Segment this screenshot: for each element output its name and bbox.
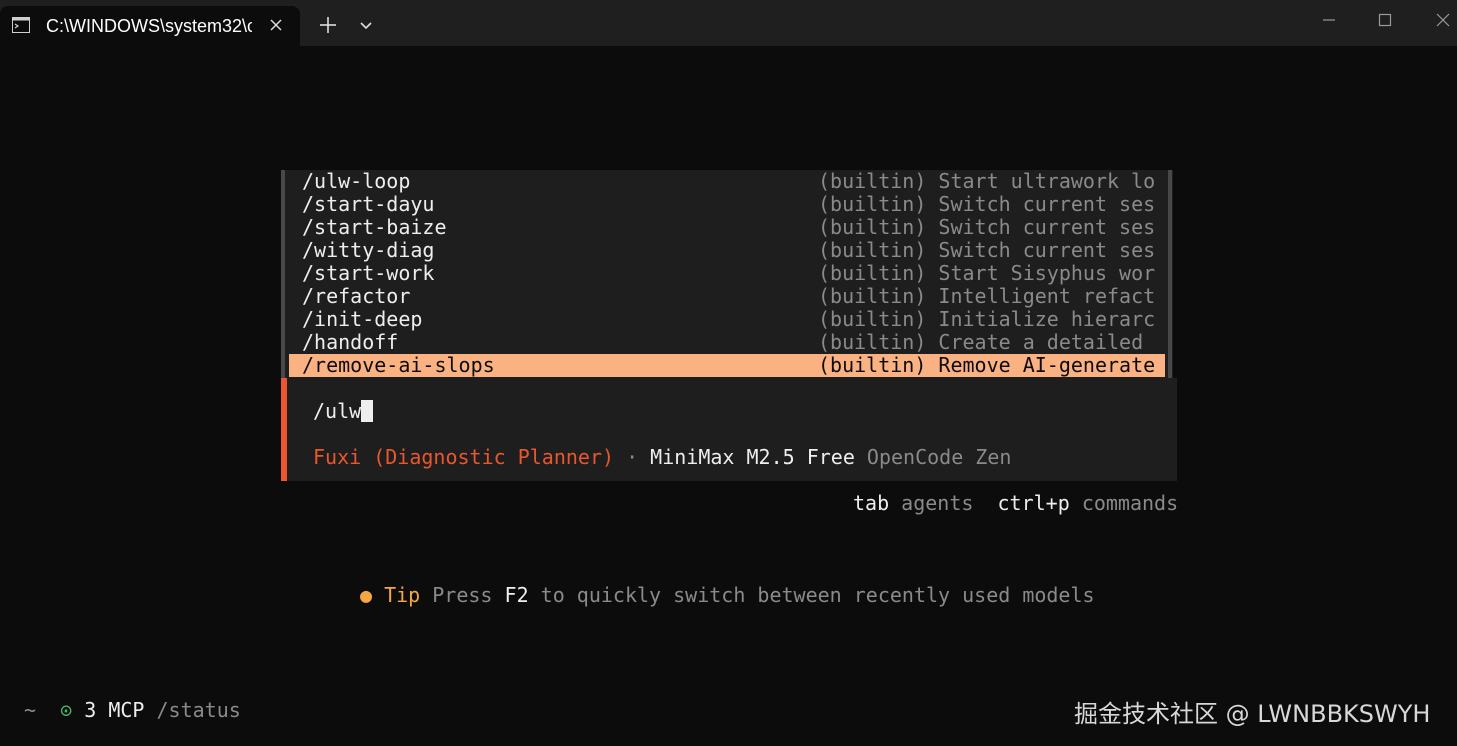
command-name: /start-work: [302, 261, 435, 285]
command-menu-scrollbar[interactable]: [1168, 170, 1172, 378]
keyboard-hints: tab agents ctrl+p commands: [853, 491, 1178, 515]
command-item-selected[interactable]: /remove-ai-slops (builtin) Remove AI-gen…: [289, 353, 1165, 377]
hint-label: commands: [1081, 491, 1179, 515]
command-item[interactable]: /refactor (builtin) Intelligent refact: [289, 284, 1165, 308]
prompt-input[interactable]: /ulw: [313, 399, 374, 423]
prompt-input-value: /ulw: [313, 399, 362, 423]
command-item[interactable]: /init-deep (builtin) Initialize hierarc: [289, 307, 1165, 331]
command-description: (builtin) Start ultrawork lo: [818, 169, 1156, 193]
hint-label: agents: [901, 491, 974, 515]
agent-model-line: Fuxi (Diagnostic Planner) · MiniMax M2.5…: [313, 445, 1011, 469]
chevron-down-icon[interactable]: [356, 15, 376, 35]
current-path: ~: [24, 698, 37, 722]
command-name: /ulw-loop: [302, 169, 411, 193]
hint-key: tab: [853, 491, 890, 515]
command-description: (builtin) Switch current ses: [818, 215, 1156, 239]
command-item[interactable]: /start-dayu (builtin) Switch current ses: [289, 192, 1165, 216]
command-name: /start-dayu: [302, 192, 435, 216]
terminal-icon: [12, 17, 30, 33]
command-item[interactable]: /start-baize (builtin) Switch current se…: [289, 215, 1165, 239]
mcp-label: MCP: [108, 698, 145, 722]
command-name: /refactor: [302, 284, 411, 308]
close-icon[interactable]: [266, 15, 286, 35]
command-description: (builtin) Remove AI-generate: [818, 353, 1156, 377]
command-description: (builtin) Create a detailed: [818, 330, 1144, 354]
close-icon[interactable]: [1428, 8, 1457, 32]
command-description: (builtin) Initialize hierarc: [818, 307, 1156, 331]
agent-name[interactable]: Fuxi (Diagnostic Planner): [313, 445, 614, 469]
command-menu-border-left: [281, 170, 285, 378]
tab-title: C:\WINDOWS\system32\cmd.exe: [46, 16, 252, 36]
minimize-icon[interactable]: [1314, 8, 1344, 32]
command-name: /witty-diag: [302, 238, 435, 262]
tip-line: ● Tip Press F2 to quickly switch between…: [360, 583, 1095, 607]
text-cursor: [361, 400, 374, 422]
command-item[interactable]: /witty-diag (builtin) Switch current ses: [289, 238, 1165, 262]
prompt-accent-bar: [281, 378, 287, 481]
maximize-icon[interactable]: [1370, 8, 1400, 32]
tip-bullet-icon: ●: [360, 583, 373, 607]
command-name: /handoff: [302, 330, 399, 354]
model-name[interactable]: MiniMax M2.5 Free: [650, 445, 855, 469]
title-bar: C:\WINDOWS\system32\cmd.exe: [0, 0, 1457, 46]
terminal-tab[interactable]: C:\WINDOWS\system32\cmd.exe: [0, 6, 300, 46]
tip-text: Press: [432, 583, 493, 607]
provider-name: OpenCode Zen: [866, 445, 1012, 469]
tip-key: F2: [504, 583, 529, 607]
status-bar: ~ ⊙ 3 MCP /status: [24, 698, 241, 722]
plus-icon[interactable]: [316, 13, 340, 37]
command-description: (builtin) Switch current ses: [818, 192, 1156, 216]
command-item[interactable]: /ulw-loop (builtin) Start ultrawork lo: [289, 169, 1165, 193]
command-name: /remove-ai-slops: [302, 353, 495, 377]
mcp-count: 3: [84, 698, 97, 722]
command-description: (builtin) Start Sisyphus wor: [818, 261, 1156, 285]
command-name: /init-deep: [302, 307, 423, 331]
command-item[interactable]: /start-work (builtin) Start Sisyphus wor: [289, 261, 1165, 285]
mcp-status-icon: ⊙: [60, 698, 73, 722]
command-description: (builtin) Intelligent refact: [818, 284, 1156, 308]
separator: ·: [626, 445, 639, 469]
status-command[interactable]: /status: [157, 698, 241, 722]
command-item[interactable]: /handoff (builtin) Create a detailed: [289, 330, 1165, 354]
tip-text: to quickly switch between recently used …: [540, 583, 1095, 607]
command-name: /start-baize: [302, 215, 447, 239]
watermark: 掘金技术社区 @ LWNBBKSWYH: [1074, 700, 1431, 728]
command-description: (builtin) Switch current ses: [818, 238, 1156, 262]
hint-key: ctrl+p: [997, 491, 1070, 515]
tip-label: Tip: [384, 583, 421, 607]
